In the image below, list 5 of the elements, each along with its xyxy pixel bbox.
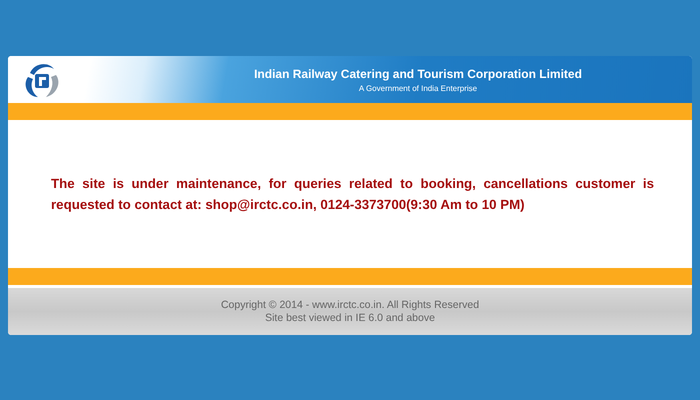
site-subtitle: A Government of India Enterprise [358,84,478,92]
browser-note: Site best viewed in IE 6.0 and above [265,312,435,324]
site-title: Indian Railway Catering and Tourism Corporation Limited [254,66,582,80]
maintenance-message: The site is under maintenance, for queries related to booking, cancellations customer is requested to contact at: shop@irctc.co.in, 0124-3373700(9:30 Am to 10 PM) [51,175,654,214]
copyright-text: Copyright © 2014 - www.irctc.co.in. All Rights Reserved [220,299,480,311]
